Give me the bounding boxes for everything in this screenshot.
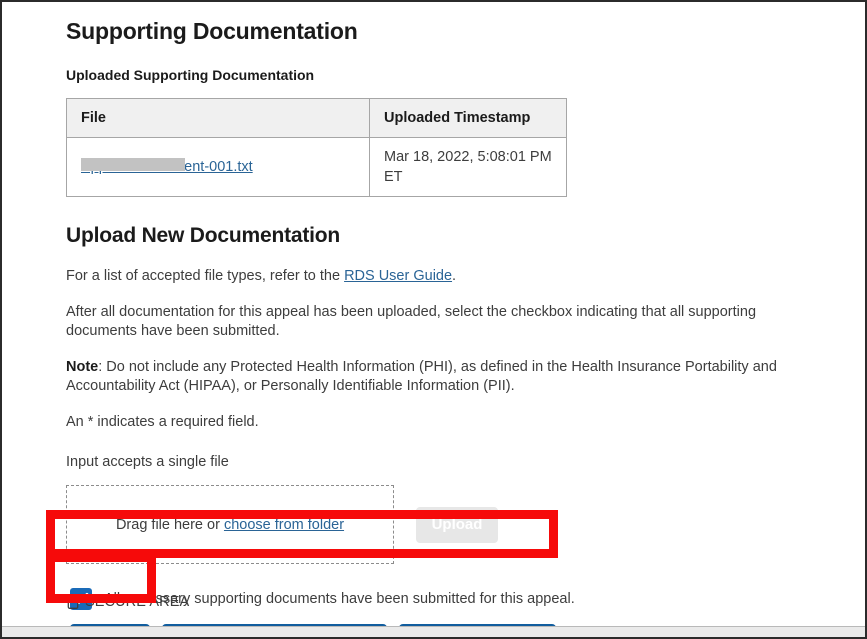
column-header-timestamp: Uploaded Timestamp — [370, 99, 567, 138]
file-dropzone[interactable]: Drag file here or choose from folder — [66, 485, 394, 564]
table-header-row: File Uploaded Timestamp — [67, 99, 567, 138]
cell-file: Appeals-Document-001.txt — [67, 138, 370, 197]
note-body: : Do not include any Protected Health In… — [66, 359, 777, 394]
choose-from-folder-link[interactable]: choose from folder — [224, 517, 344, 533]
upload-button[interactable]: Upload — [416, 507, 498, 543]
note-label: Note — [66, 359, 98, 375]
checkbox-instruction-text: After all documentation for this appeal … — [66, 303, 821, 341]
page-body: Supporting Documentation Uploaded Suppor… — [2, 2, 865, 627]
main-content: Supporting Documentation Uploaded Suppor… — [2, 2, 865, 627]
dropzone-prefix: Drag file here or — [116, 517, 224, 533]
dropzone-text: Drag file here or choose from folder — [116, 517, 344, 533]
screenshot-frame: Supporting Documentation Uploaded Suppor… — [0, 0, 867, 639]
required-field-note: An * indicates a required field. — [66, 413, 821, 432]
secure-area-footer: SECURE AREA — [66, 594, 189, 610]
uploaded-documents-table: File Uploaded Timestamp Appeals-Document… — [66, 98, 567, 197]
upload-new-documentation-heading: Upload New Documentation — [66, 222, 845, 250]
phi-note-text: Note: Do not include any Protected Healt… — [66, 358, 826, 396]
file-types-suffix: . — [452, 268, 456, 284]
accepted-file-types-text: For a list of accepted file types, refer… — [66, 267, 821, 286]
lock-icon — [66, 594, 80, 610]
file-types-prefix: For a list of accepted file types, refer… — [66, 268, 344, 284]
uploaded-documentation-heading: Uploaded Supporting Documentation — [66, 66, 845, 84]
page-title: Supporting Documentation — [66, 16, 845, 46]
single-file-hint: Input accepts a single file — [66, 453, 845, 472]
file-download-link[interactable]: Appeals-Document-001.txt — [81, 157, 253, 177]
column-header-file: File — [67, 99, 370, 138]
rds-user-guide-link[interactable]: RDS User Guide — [344, 268, 452, 284]
secure-area-label: SECURE AREA — [85, 594, 189, 610]
bottom-strip — [2, 626, 865, 637]
redaction-bar — [81, 158, 185, 171]
table-row: Appeals-Document-001.txt Mar 18, 2022, 5… — [67, 138, 567, 197]
cell-timestamp: Mar 18, 2022, 5:08:01 PM ET — [370, 138, 567, 197]
upload-controls-row: Drag file here or choose from folder Upl… — [66, 485, 845, 564]
